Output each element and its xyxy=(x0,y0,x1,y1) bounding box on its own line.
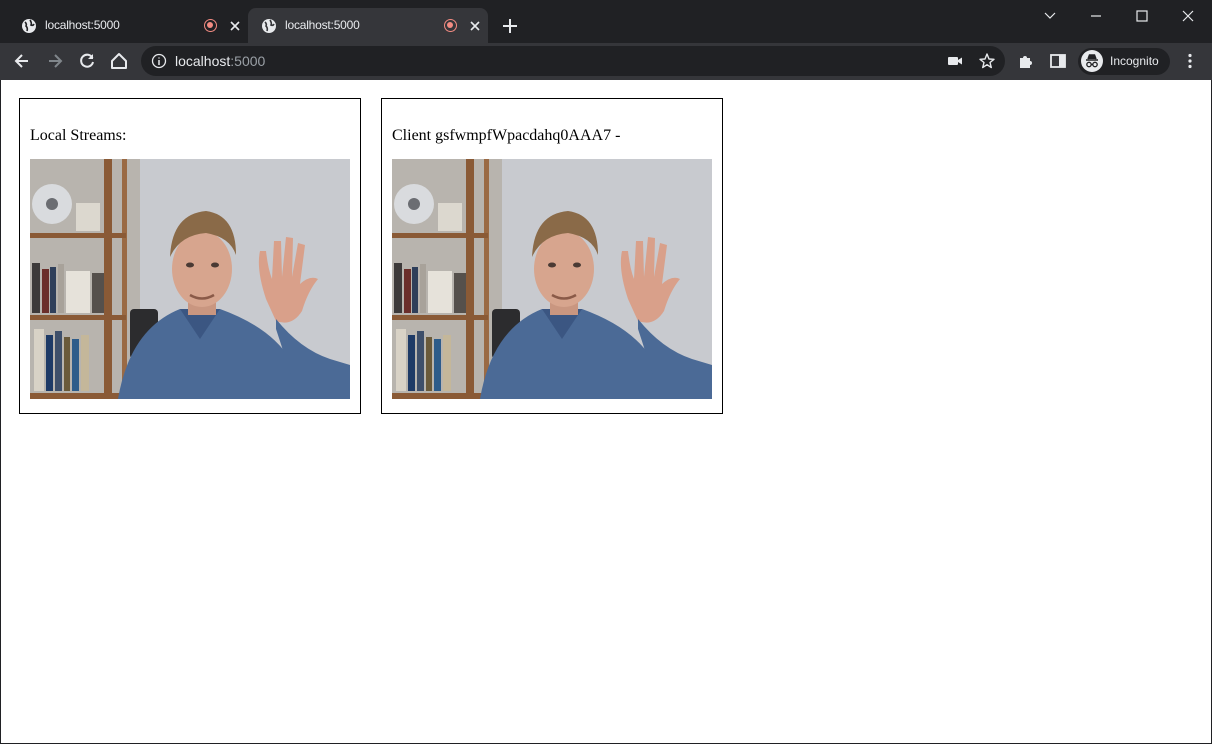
local-stream-caption: Local Streams: xyxy=(30,127,127,144)
tab-title: localhost:5000 xyxy=(45,18,120,32)
globe-icon xyxy=(22,19,36,33)
maximize-icon[interactable] xyxy=(1131,5,1153,27)
camera-icon[interactable] xyxy=(947,53,963,69)
reload-icon[interactable] xyxy=(77,51,97,71)
chevron-down-icon[interactable] xyxy=(1039,5,1061,27)
profile-label: Incognito xyxy=(1110,54,1159,68)
local-video xyxy=(30,159,350,399)
incognito-icon xyxy=(1081,50,1103,72)
url-port: :5000 xyxy=(230,53,266,69)
profile-button[interactable]: Incognito xyxy=(1078,48,1170,75)
url-text[interactable]: localhost:5000 xyxy=(175,53,265,69)
minimize-icon[interactable] xyxy=(1085,5,1107,27)
tab-2[interactable]: localhost:5000 xyxy=(248,8,488,43)
tab-title: localhost:5000 xyxy=(285,18,360,32)
info-icon[interactable] xyxy=(151,53,167,69)
recording-icon xyxy=(204,19,217,32)
local-stream-panel: Local Streams: xyxy=(19,98,361,414)
address-bar[interactable]: localhost:5000 xyxy=(141,46,1005,76)
close-icon[interactable] xyxy=(466,17,484,35)
back-icon[interactable] xyxy=(12,51,32,71)
close-icon[interactable] xyxy=(226,17,244,35)
side-panel-icon[interactable] xyxy=(1049,52,1067,70)
plus-icon[interactable] xyxy=(500,16,520,36)
remote-stream-panel: Client gsfwmpfWpacdahq0AAA7 - xyxy=(381,98,723,414)
window-close-icon[interactable] xyxy=(1177,5,1199,27)
remote-video xyxy=(392,159,712,399)
tab-strip: localhost:5000 localhost:5000 xyxy=(0,0,1212,43)
forward-icon[interactable] xyxy=(45,51,65,71)
star-icon[interactable] xyxy=(978,52,996,70)
tab-1[interactable]: localhost:5000 xyxy=(8,8,248,43)
globe-icon xyxy=(262,19,276,33)
extensions-icon[interactable] xyxy=(1017,52,1035,70)
recording-icon xyxy=(444,19,457,32)
remote-stream-caption: Client gsfwmpfWpacdahq0AAA7 - xyxy=(392,127,621,144)
page-viewport: Local Streams: Client gsfwmpfWpacdahq0AA… xyxy=(1,80,1211,743)
browser-toolbar: localhost:5000 Incognito xyxy=(0,43,1212,80)
url-host: localhost xyxy=(175,53,231,69)
kebab-menu-icon[interactable] xyxy=(1181,52,1199,70)
home-icon[interactable] xyxy=(109,51,129,71)
